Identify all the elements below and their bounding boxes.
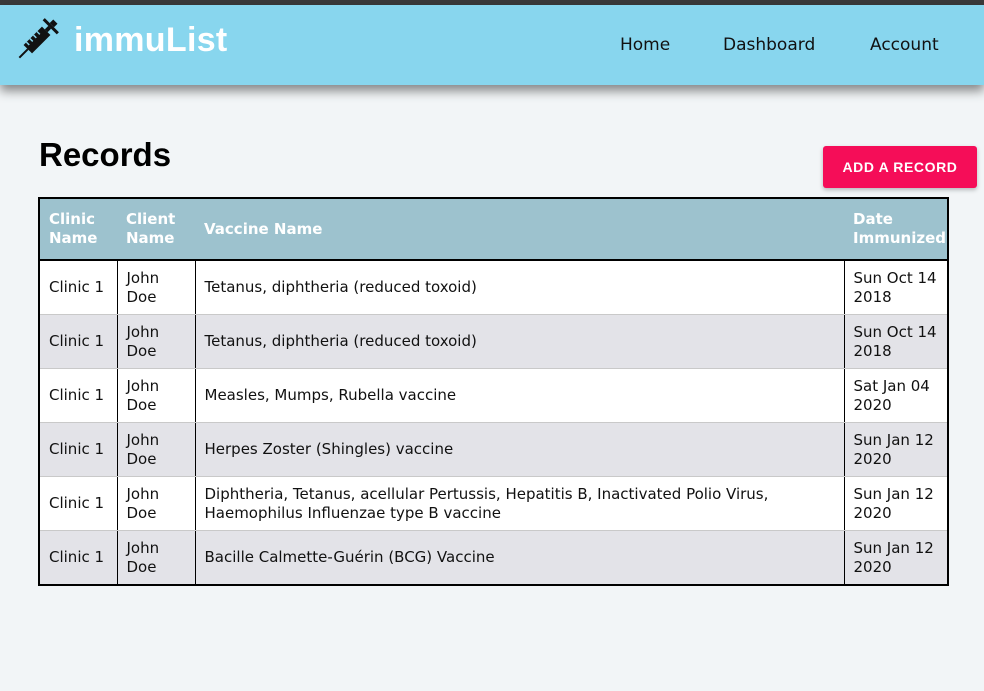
nav-account-link[interactable]: Account	[870, 35, 939, 55]
cell-client-name: John Doe	[116, 314, 196, 369]
cell-vaccine-name: Tetanus, diphtheria (reduced toxoid)	[194, 314, 845, 369]
cell-clinic-name: Clinic 1	[38, 260, 118, 315]
table-row[interactable]: Clinic 1 John Doe Measles, Mumps, Rubell…	[38, 368, 949, 423]
table-header-row: Clinic Name Client Name Vaccine Name Dat…	[39, 197, 948, 261]
cell-clinic-name: Clinic 1	[38, 530, 118, 586]
page-title: Records	[39, 136, 172, 173]
navbar: immuList Home Dashboard Account	[0, 5, 984, 85]
cell-client-name: John Doe	[116, 260, 196, 315]
cell-clinic-name: Clinic 1	[38, 476, 118, 531]
cell-date-immunized: Sun Jan 12 2020	[843, 530, 949, 586]
cell-date-immunized: Sun Oct 14 2018	[843, 314, 949, 369]
cell-date-immunized: Sun Oct 14 2018	[843, 260, 949, 315]
cell-client-name: John Doe	[116, 368, 196, 423]
cell-date-immunized: Sun Jan 12 2020	[843, 422, 949, 477]
cell-vaccine-name: Bacille Calmette-Guérin (BCG) Vaccine	[194, 530, 845, 586]
cell-client-name: John Doe	[116, 422, 196, 477]
cell-clinic-name: Clinic 1	[38, 368, 118, 423]
table-row[interactable]: Clinic 1 John Doe Herpes Zoster (Shingle…	[38, 422, 949, 477]
column-header-clinic-name[interactable]: Clinic Name	[39, 197, 117, 261]
column-header-vaccine-name[interactable]: Vaccine Name	[195, 197, 844, 261]
column-header-date-immunized[interactable]: Date Immunized	[844, 197, 948, 261]
cell-date-immunized: Sat Jan 04 2020	[843, 368, 949, 423]
cell-client-name: John Doe	[116, 476, 196, 531]
table-row[interactable]: Clinic 1 John Doe Bacille Calmette-Guéri…	[38, 530, 949, 586]
cell-vaccine-name: Herpes Zoster (Shingles) vaccine	[194, 422, 845, 477]
nav-dashboard-link[interactable]: Dashboard	[723, 35, 815, 55]
cell-clinic-name: Clinic 1	[38, 314, 118, 369]
cell-client-name: John Doe	[116, 530, 196, 586]
cell-date-immunized: Sun Jan 12 2020	[843, 476, 949, 531]
cell-clinic-name: Clinic 1	[38, 422, 118, 477]
table-row[interactable]: Clinic 1 John Doe Tetanus, diphtheria (r…	[38, 260, 949, 315]
cell-vaccine-name: Tetanus, diphtheria (reduced toxoid)	[194, 260, 845, 315]
cell-vaccine-name: Diphtheria, Tetanus, acellular Pertussis…	[194, 476, 845, 531]
column-header-client-name[interactable]: Client Name	[117, 197, 195, 261]
cell-vaccine-name: Measles, Mumps, Rubella vaccine	[194, 368, 845, 423]
add-record-button[interactable]: ADD A RECORD	[823, 146, 977, 188]
table-row[interactable]: Clinic 1 John Doe Tetanus, diphtheria (r…	[38, 314, 949, 369]
nav-home-link[interactable]: Home	[620, 35, 670, 55]
brand-logo-text[interactable]: immuList	[74, 21, 228, 60]
table-row[interactable]: Clinic 1 John Doe Diphtheria, Tetanus, a…	[38, 476, 949, 531]
syringe-icon	[10, 13, 64, 67]
records-table: Clinic Name Client Name Vaccine Name Dat…	[38, 197, 949, 586]
